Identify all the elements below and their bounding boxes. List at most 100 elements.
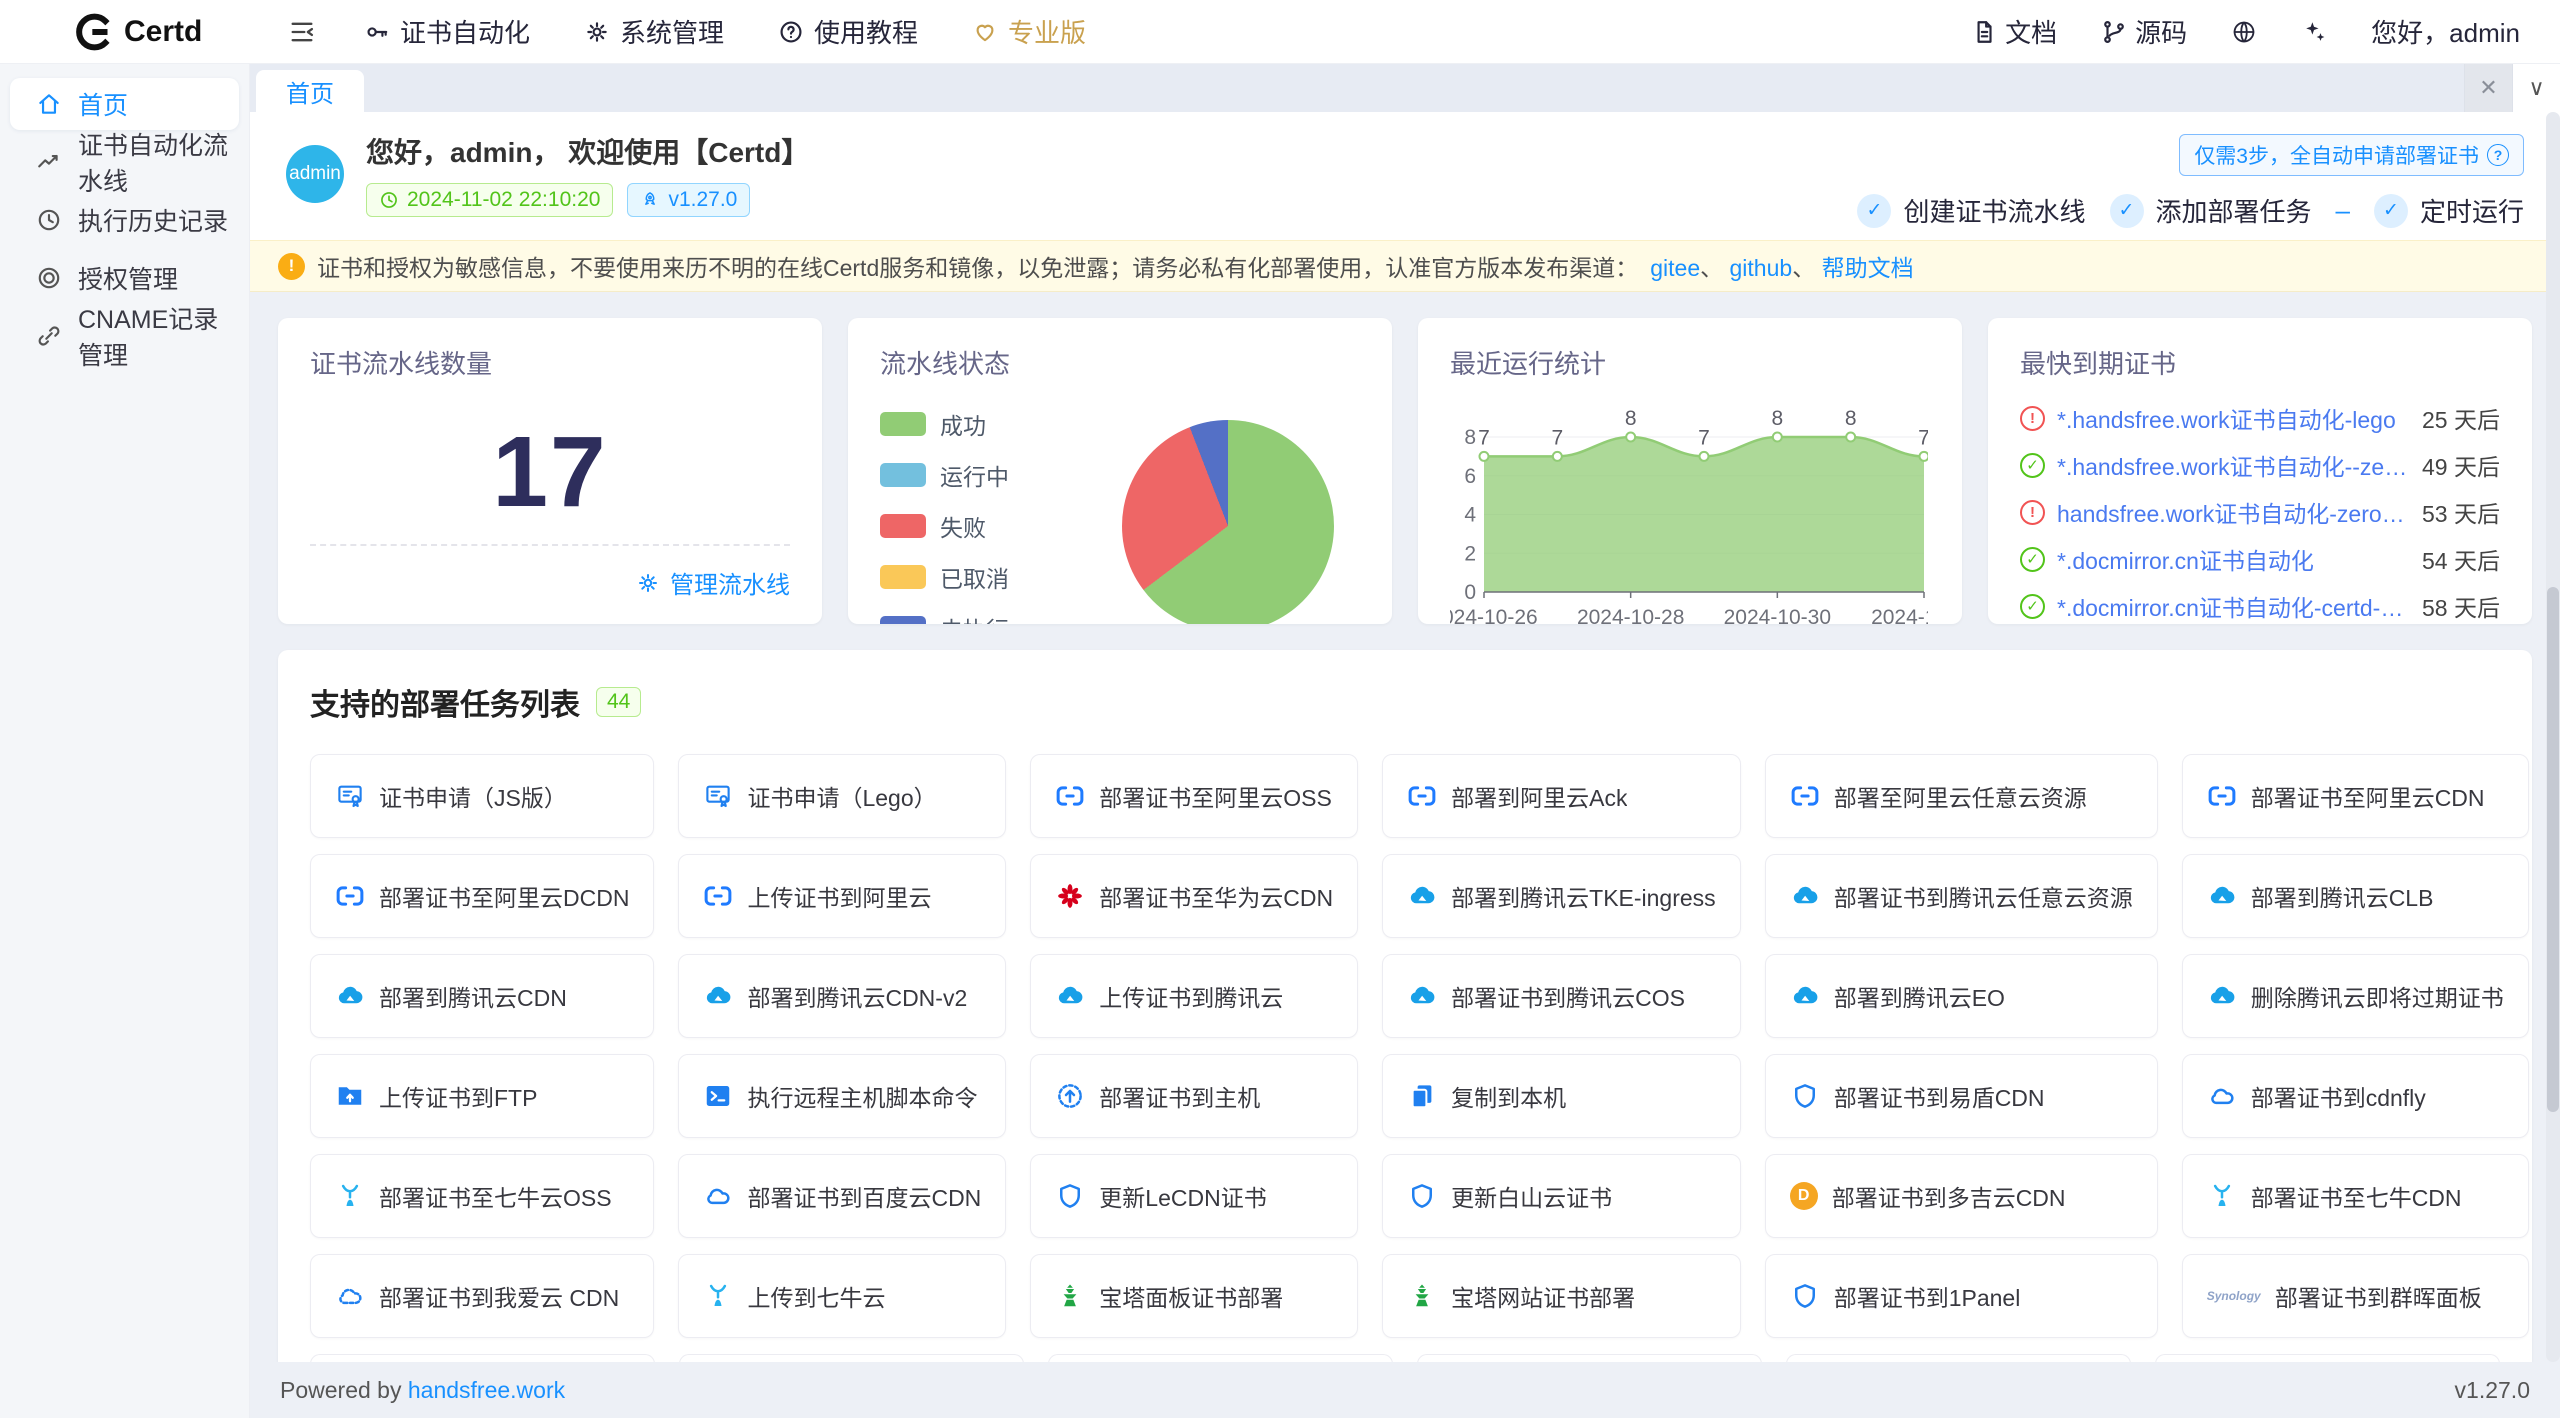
task-card-12[interactable]: 部署到腾讯云CDN <box>310 954 654 1038</box>
sidebar-item-1[interactable]: 证书自动化流水线 <box>10 136 239 188</box>
content-scroll[interactable]: admin 您好，admin， 欢迎使用【Certd】 2024-11-02 2… <box>250 112 2560 1362</box>
task-card-18[interactable]: 上传证书到FTP <box>310 1054 654 1138</box>
nav-item-0[interactable]: 证书自动化 <box>364 13 530 50</box>
task-card-25[interactable]: 部署证书到百度云CDN <box>678 1154 1006 1238</box>
task-card-30[interactable]: 部署证书到我爱云 CDN <box>310 1254 654 1338</box>
check-circle-icon: ✓ <box>2374 194 2408 228</box>
task-card-11[interactable]: 部署到腾讯云CLB <box>2182 854 2529 938</box>
scrollbar[interactable] <box>2546 112 2560 1362</box>
task-card-22[interactable]: 部署证书到易盾CDN <box>1765 1054 2158 1138</box>
task-card-6[interactable]: 部署证书至阿里云DCDN <box>310 854 654 938</box>
task-card-19[interactable]: 执行远程主机脚本命令 <box>678 1054 1006 1138</box>
legend-item-3[interactable]: 已取消 <box>880 560 1009 594</box>
legend-item-0[interactable]: 成功 <box>880 407 1009 441</box>
task-card-33[interactable]: 宝塔网站证书部署 <box>1382 1254 1741 1338</box>
task-card-17[interactable]: 删除腾讯云即将过期证书 <box>2182 954 2529 1038</box>
task-card-7[interactable]: 上传证书到阿里云 <box>678 854 1006 938</box>
baota-icon <box>1055 1281 1085 1311</box>
pie-legend: 成功运行中失败已取消未执行 <box>880 407 1009 624</box>
manage-pipelines-link[interactable]: 管理流水线 <box>636 565 790 600</box>
shield-icon <box>1055 1181 1085 1211</box>
welcome-section: admin 您好，admin， 欢迎使用【Certd】 2024-11-02 2… <box>250 112 2560 240</box>
task-card-13[interactable]: 部署到腾讯云CDN-v2 <box>678 954 1006 1038</box>
task-card-31[interactable]: 上传到七牛云 <box>678 1254 1006 1338</box>
welcome-right: 仅需3步，全自动申请部署证书 ? ✓创建证书流水线✓添加部署任务–✓定时运行 <box>1857 130 2524 218</box>
nav-item-1[interactable]: 系统管理 <box>584 13 724 50</box>
menu-collapse-icon[interactable] <box>288 18 316 46</box>
nav-right-item-1[interactable]: 源码 <box>2101 13 2187 50</box>
check-circle-icon: ✓ <box>2020 453 2045 478</box>
nav-right-item-3[interactable] <box>2301 19 2327 45</box>
nav-item-3[interactable]: 专业版 <box>972 13 1086 50</box>
nav-right-item-2[interactable] <box>2231 19 2257 45</box>
notice-link-gitee[interactable]: gitee <box>1650 255 1700 281</box>
check-circle-icon: ✓ <box>2020 594 2045 619</box>
quickstart-promo-button[interactable]: 仅需3步，全自动申请部署证书 ? <box>2179 134 2524 176</box>
task-card-27[interactable]: 更新白山云证书 <box>1382 1154 1741 1238</box>
task-card-14[interactable]: 上传证书到腾讯云 <box>1030 954 1358 1038</box>
task-card-9[interactable]: 部署到腾讯云TKE-ingress <box>1382 854 1741 938</box>
handsfree-link[interactable]: handsfree.work <box>408 1377 565 1403</box>
footer-version: v1.27.0 <box>2455 1377 2530 1404</box>
task-card-26[interactable]: 更新LeCDN证书 <box>1030 1154 1358 1238</box>
notice-link-github[interactable]: github <box>1730 255 1793 281</box>
cert-name-link[interactable]: *.docmirror.cn证书自动化-certd-doc <box>2057 589 2408 623</box>
deploy-tasks-grid: 证书申请（JS版） 证书申请（Lego） 部署证书至阿里云OSS 部署到阿里云Ack 部… <box>310 754 2500 1338</box>
tencent-icon <box>2207 981 2237 1011</box>
nav-item-2[interactable]: 使用教程 <box>778 13 918 50</box>
cert-name-link[interactable]: handsfree.work证书自动化-zerossl <box>2057 495 2408 529</box>
sidebar-item-2[interactable]: 执行历史记录 <box>10 194 239 246</box>
tab-home[interactable]: 首页 <box>256 70 364 112</box>
task-card-16[interactable]: 部署到腾讯云EO <box>1765 954 2158 1038</box>
cert-days-left: 58 天后 <box>2422 589 2500 623</box>
task-card-10[interactable]: 部署证书到腾讯云任意云资源 <box>1765 854 2158 938</box>
tab-bar: 首页 ✕ ∨ <box>250 64 2560 112</box>
task-card-15[interactable]: 部署证书到腾讯云COS <box>1382 954 1741 1038</box>
avatar[interactable]: admin <box>286 145 344 203</box>
host-icon <box>1055 1081 1085 1111</box>
svg-text:7: 7 <box>1918 426 1928 449</box>
app-logo[interactable]: Certd <box>0 12 250 52</box>
task-card-clipped <box>2155 1354 2500 1362</box>
tab-list-button[interactable]: ∨ <box>2512 64 2560 112</box>
sidebar-item-3[interactable]: 授权管理 <box>10 252 239 304</box>
cert-name-link[interactable]: *.handsfree.work证书自动化-lego <box>2057 401 2408 435</box>
tab-close-button[interactable]: ✕ <box>2464 64 2512 112</box>
task-card-32[interactable]: 宝塔面板证书部署 <box>1030 1254 1358 1338</box>
cert-name-link[interactable]: *.handsfree.work证书自动化--zerossl <box>2057 448 2408 482</box>
nav-right-item-0[interactable]: 文档 <box>1971 13 2057 50</box>
quickstart-steps: ✓创建证书流水线✓添加部署任务–✓定时运行 <box>1857 192 2524 229</box>
task-card-0[interactable]: 证书申请（JS版） <box>310 754 654 838</box>
divider <box>310 544 790 546</box>
cert-name-link[interactable]: *.docmirror.cn证书自动化 <box>2057 542 2408 576</box>
task-card-1[interactable]: 证书申请（Lego） <box>678 754 1006 838</box>
task-card-21[interactable]: 复制到本机 <box>1382 1054 1741 1138</box>
svg-text:8: 8 <box>1845 407 1857 430</box>
legend-item-4[interactable]: 未执行 <box>880 611 1009 624</box>
svg-text:6: 6 <box>1464 465 1476 488</box>
user-greeting[interactable]: 您好，admin <box>2371 13 2520 50</box>
task-card-23[interactable]: 部署证书到cdnfly <box>2182 1054 2529 1138</box>
task-card-34[interactable]: 部署证书到1Panel <box>1765 1254 2158 1338</box>
task-card-20[interactable]: 部署证书到主机 <box>1030 1054 1358 1138</box>
check-circle-icon: ✓ <box>2020 547 2045 572</box>
task-card-24[interactable]: 部署证书至七牛云OSS <box>310 1154 654 1238</box>
legend-swatch <box>880 565 926 589</box>
task-card-8[interactable]: 部署证书至华为云CDN <box>1030 854 1358 938</box>
sidebar-item-4[interactable]: CNAME记录管理 <box>10 310 239 362</box>
shield-icon <box>1790 1281 1820 1311</box>
task-card-3[interactable]: 部署到阿里云Ack <box>1382 754 1741 838</box>
task-card-29[interactable]: 部署证书至七牛CDN <box>2182 1154 2529 1238</box>
task-card-35[interactable]: Synology部署证书到群晖面板 <box>2182 1254 2529 1338</box>
task-card-28[interactable]: D部署证书到多吉云CDN <box>1765 1154 2158 1238</box>
task-card-5[interactable]: 部署证书至阿里云CDN <box>2182 754 2529 838</box>
legend-item-1[interactable]: 运行中 <box>880 458 1009 492</box>
task-card-4[interactable]: 部署至阿里云任意云资源 <box>1765 754 2158 838</box>
task-card-2[interactable]: 部署证书至阿里云OSS <box>1030 754 1358 838</box>
stats-row: 证书流水线数量 17 管理流水线 流水线状态 <box>278 318 2532 624</box>
sidebar-item-0[interactable]: 首页 <box>10 78 239 130</box>
notice-link-帮助文档[interactable]: 帮助文档 <box>1822 255 1914 281</box>
warning-circle-icon: ! <box>2020 406 2045 431</box>
scrollbar-thumb[interactable] <box>2547 587 2559 1112</box>
legend-item-2[interactable]: 失败 <box>880 509 1009 543</box>
